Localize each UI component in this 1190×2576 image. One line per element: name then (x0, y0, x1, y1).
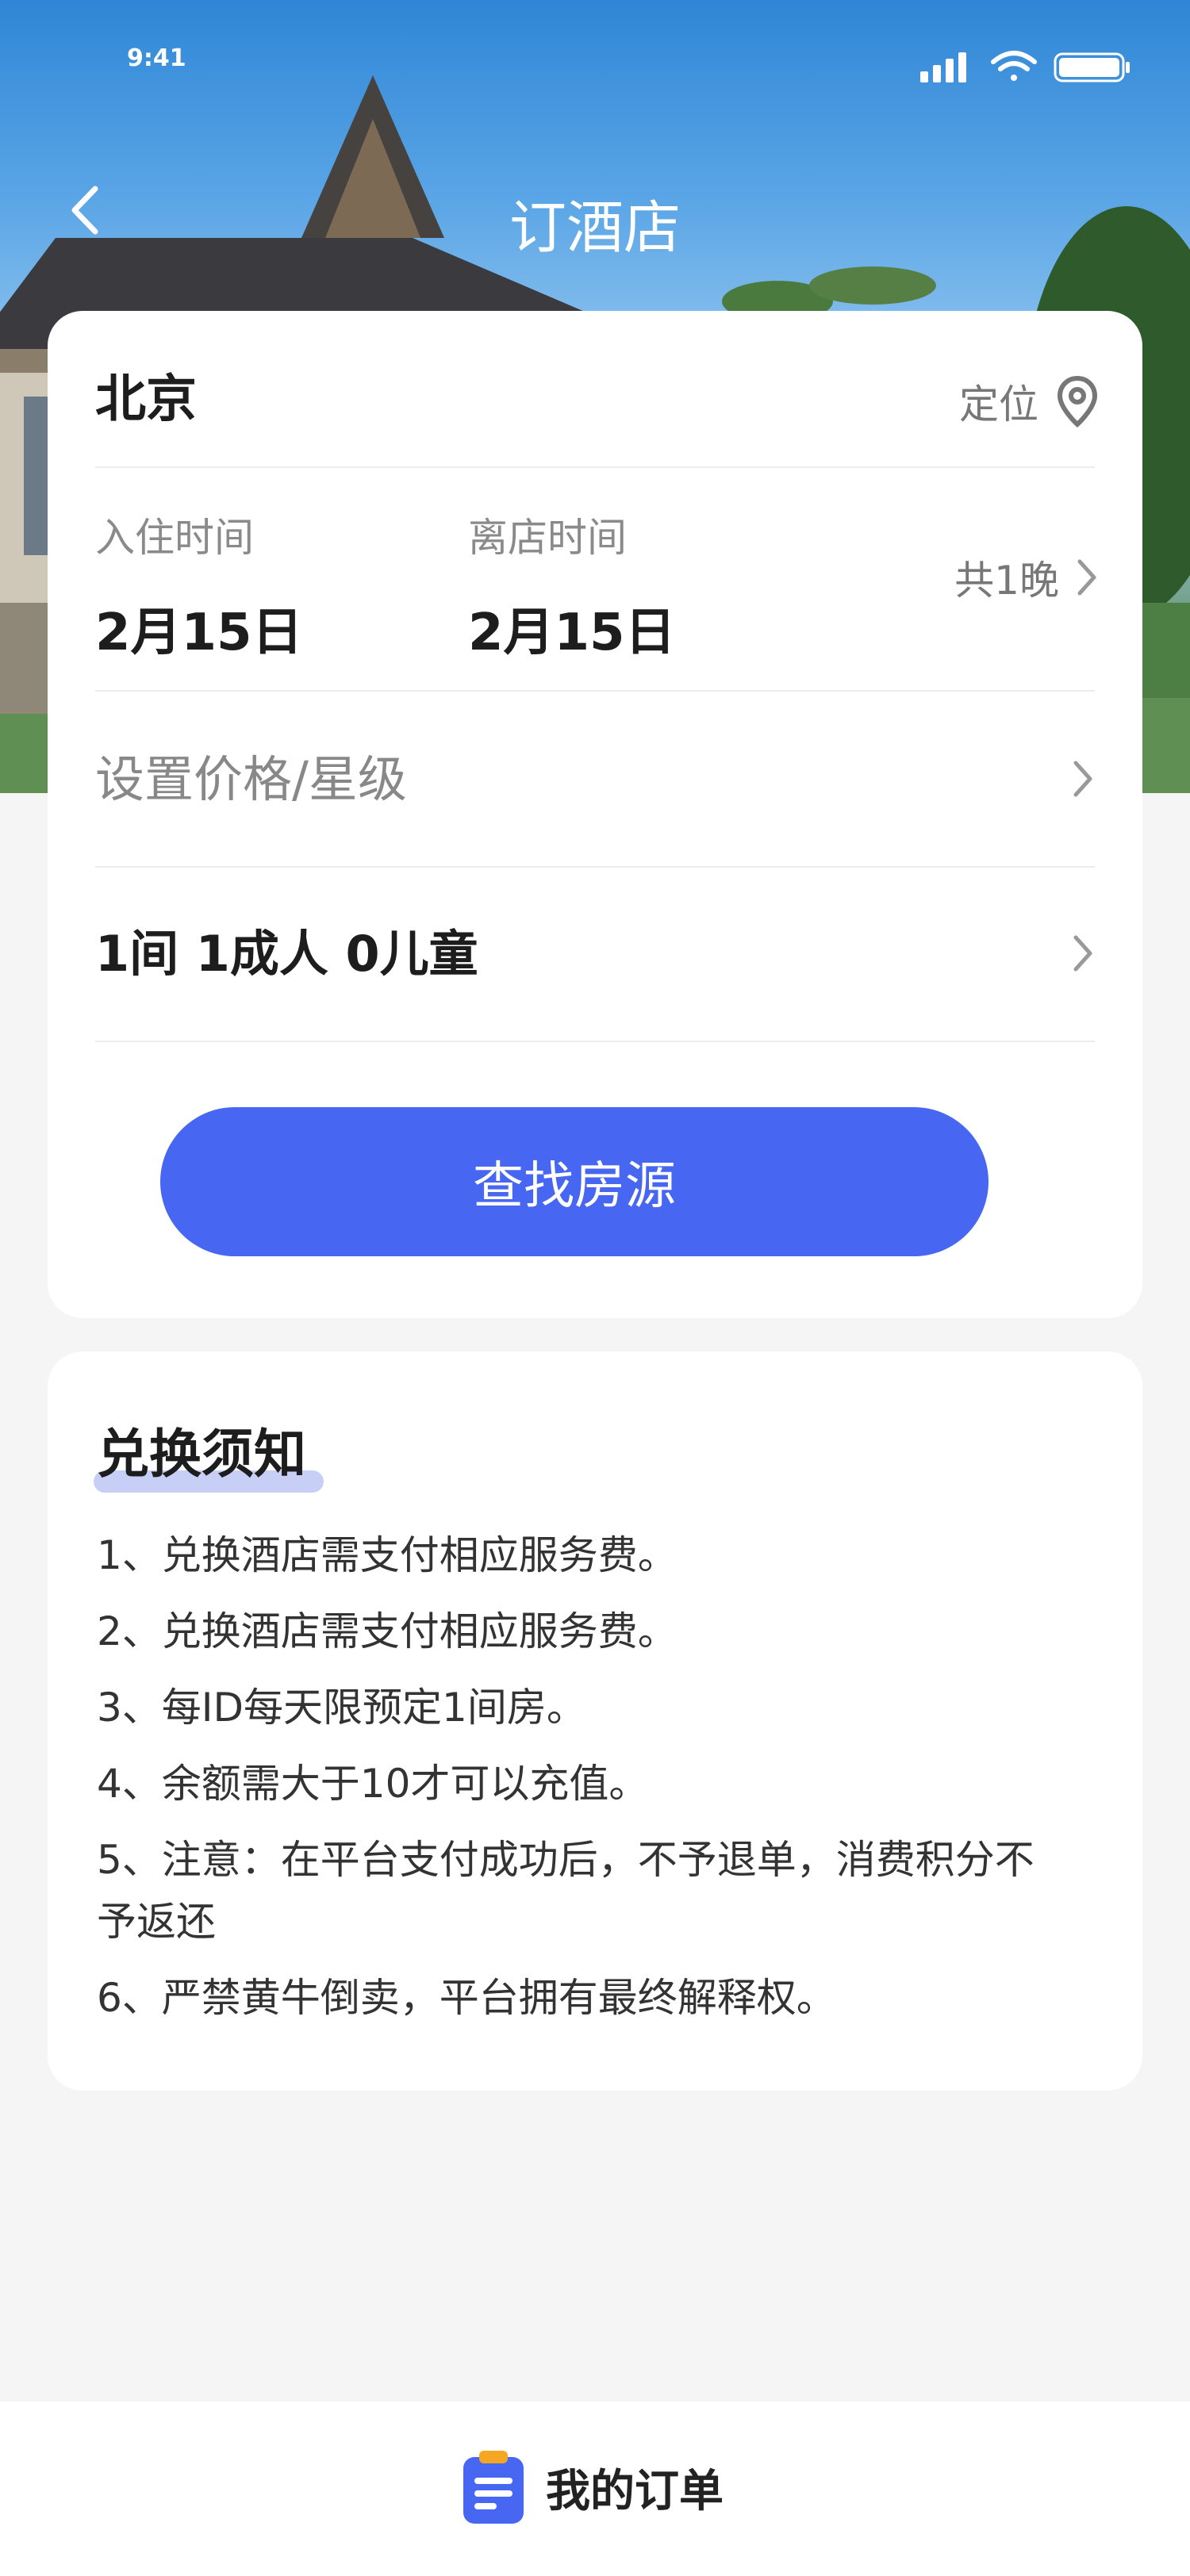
status-time: 9:41 (127, 44, 186, 72)
city-selector[interactable]: 北京 (95, 358, 1095, 431)
checkout-block[interactable]: 离店时间 2月15日 (468, 506, 801, 665)
wifi-icon (991, 51, 1037, 81)
checkout-label: 离店时间 (468, 515, 627, 561)
bottom-bar: 我的订单 (0, 2402, 1190, 2576)
battery-icon (1054, 52, 1130, 82)
chevron-right-icon (1077, 559, 1096, 596)
notice-card: 兑换须知 1、兑换酒店需支付相应服务费。 2、兑换酒店需支付相应服务费。 3、每… (48, 1351, 1142, 2091)
signal-icon (920, 52, 966, 82)
checkin-label: 入住时间 (95, 515, 254, 561)
search-hotels-button[interactable]: 查找房源 (160, 1107, 988, 1256)
my-orders-button[interactable]: 我的订单 (460, 2449, 724, 2525)
price-star-filter[interactable]: 设置价格/星级 (95, 739, 1095, 811)
notice-item: 3、每ID每天限预定1间房。 (97, 1685, 586, 1731)
checkout-date: 2月15日 (468, 604, 676, 662)
order-list-icon (463, 2451, 524, 2524)
notice-title: 兑换须知 (97, 1424, 306, 1485)
locate-button[interactable]: 定位 (959, 373, 1099, 430)
locate-label: 定位 (959, 381, 1038, 427)
notice-item: 6、严禁黄牛倒卖，平台拥有最终解释权。 (97, 1975, 836, 2021)
divider (95, 1041, 1095, 1042)
notice-item: 1、兑换酒店需支付相应服务费。 (97, 1532, 678, 1578)
search-card: 北京 定位 入住时间 2月15日 离店时间 2月15日 共1晚 设置价格/星级 … (48, 311, 1142, 1318)
location-pin-icon (1057, 375, 1098, 427)
checkin-date: 2月15日 (95, 604, 303, 662)
notice-item: 5、注意：在平台支付成功后，不予退单，消费积分不予返还 (97, 1837, 1035, 1945)
nights-selector[interactable]: 共1晚 (954, 549, 1099, 606)
notice-list: 1、兑换酒店需支付相应服务费。 2、兑换酒店需支付相应服务费。 3、每ID每天限… (97, 1524, 1071, 2043)
status-icons (920, 49, 1134, 87)
chevron-right-icon (1073, 935, 1092, 972)
notice-item: 4、余额需大于10才可以充值。 (97, 1761, 649, 1807)
checkin-block[interactable]: 入住时间 2月15日 (95, 506, 428, 665)
divider (95, 690, 1095, 692)
divider (95, 466, 1095, 468)
page-title: 订酒店 (509, 194, 681, 261)
nights-label: 共1晚 (954, 558, 1059, 604)
room-guest-selector[interactable]: 1间 1成人 0儿童 (95, 914, 1095, 985)
chevron-right-icon (1073, 761, 1092, 797)
notice-item: 2、兑换酒店需支付相应服务费。 (97, 1608, 678, 1654)
divider (95, 866, 1095, 868)
my-orders-label: 我的订单 (546, 2465, 724, 2517)
